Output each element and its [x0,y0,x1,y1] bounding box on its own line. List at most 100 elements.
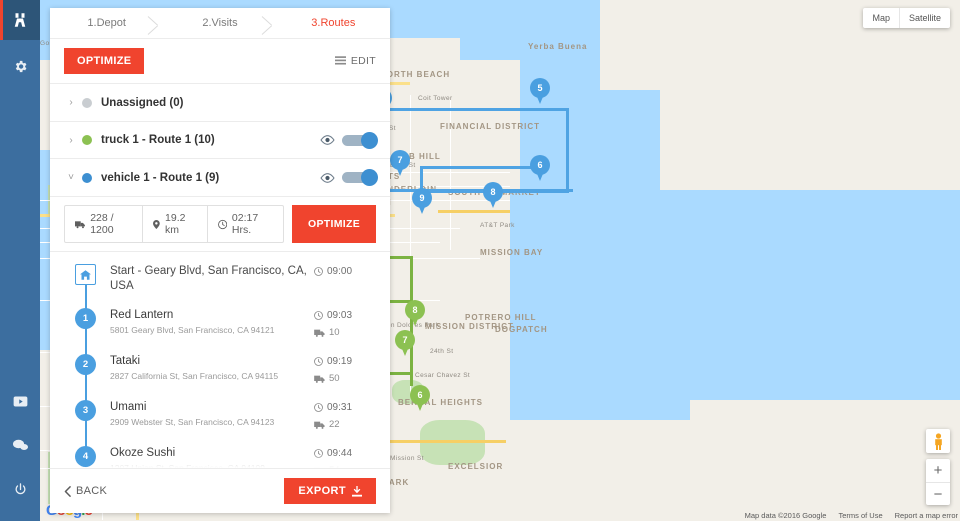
stop-row[interactable]: 4 Okoze Sushi 1207 Union St, San Francisco… [50,442,390,469]
step-chevron-2-icon [260,8,278,42]
zoom-in-button[interactable]: + [926,459,950,482]
pin-label: 9 [412,188,432,208]
stop-main: Start - Geary Blvd, San Francisco, CA, U… [110,264,314,294]
stop-title: Red Lantern [110,309,174,322]
map-label: NORTH BEACH [380,70,451,79]
stop-time: 09:31 [314,400,376,415]
group-caret-icon[interactable]: › [60,135,82,146]
terms-of-use-link[interactable]: Terms of Use [838,511,882,520]
stops-list[interactable]: Start - Geary Blvd, San Francisco, CA, U… [50,252,390,469]
step-depot[interactable]: 1.Depot [50,8,163,38]
stop-row[interactable]: 1 Red Lantern 5801 Geary Blvd, San Francis… [50,304,390,350]
group-caret-icon[interactable]: › [60,97,82,108]
stop-meta: 09:00 [314,264,376,294]
edit-button[interactable]: EDIT [334,55,376,68]
step-routes[interactable]: 3.Routes [277,8,390,38]
map-label: Mission St [390,455,424,462]
stop-main: Okoze Sushi 1207 Union St, San Francisco,… [110,446,314,468]
pin-label: 6 [530,155,550,175]
visibility-toggle[interactable] [342,169,378,187]
power-icon [14,482,26,494]
eye-icon[interactable] [320,172,335,183]
pin-label: 8 [405,300,425,320]
export-button[interactable]: EXPORT [284,478,376,505]
sidebar-item-video[interactable] [0,379,40,423]
stop-address: 5801 Geary Blvd, San Francisco, CA 94121 [110,325,275,336]
zoom-control[interactable]: + − [926,459,950,505]
route-blue-seg-10 [566,108,569,193]
route-group-truck-1[interactable]: › truck 1 - Route 1 (10) [50,122,390,160]
sidebar-item-settings[interactable] [0,44,40,88]
stop-time-value: 09:19 [327,356,353,368]
map-marker-blue-7[interactable]: 7 [390,150,410,177]
stop-row[interactable]: 3 Umami 2909 Webster St, San Francisco, CA… [50,396,390,442]
map-label: Coit Tower [418,95,453,102]
stop-time: 09:44 [314,446,376,461]
map-marker-blue-9[interactable]: 9 [412,188,432,215]
group-controls [320,131,378,149]
street-view-pegman[interactable] [926,429,950,453]
group-label-unassigned: Unassigned (0) [101,96,184,109]
group-caret-icon[interactable]: ˅ [60,172,82,183]
map-label: 24th St [430,348,454,355]
route-optimize-button[interactable]: OPTIMIZE [292,205,376,244]
optimize-button[interactable]: OPTIMIZE [64,48,145,75]
map-marker-green-6[interactable]: 6 [410,385,430,412]
highway-80 [438,210,510,213]
stop-row[interactable]: 2 Tataki 2827 California St, San Francisco… [50,350,390,396]
stop-badge-2: 2 [75,354,96,376]
step-chevron-1-icon [146,8,164,42]
stop-load-value: 22 [329,419,340,431]
panel-footer: BACK EXPORT [50,468,390,514]
map-marker-blue-5[interactable]: 5 [530,78,550,105]
stop-meta: 09:31 22 [314,400,376,432]
sidebar-item-power[interactable] [0,467,40,511]
stop-row[interactable]: Start - Geary Blvd, San Francisco, CA, U… [50,260,390,304]
stop-main: Umami 2909 Webster St, San Francisco, CA … [110,400,314,432]
route-blue-seg-13 [420,166,540,169]
step-visits-label: 2.Visits [202,17,238,30]
step-visits[interactable]: 2.Visits [163,8,276,38]
stop-title: Tataki [110,355,141,368]
pin-label: 7 [390,150,410,170]
stop-badge-1: 1 [75,308,96,330]
truck-icon [314,421,325,429]
stop-address: 1207 Union St, San Francisco, CA 94109 [110,463,314,468]
sidebar-item-chat[interactable] [0,423,40,467]
home-icon [80,269,91,280]
back-button[interactable]: BACK [64,485,107,497]
map-marker-blue-6[interactable]: 6 [530,155,550,182]
stop-rows: Start - Geary Blvd, San Francisco, CA, U… [50,260,390,469]
visibility-toggle[interactable] [342,131,378,149]
app-logo[interactable] [0,0,40,40]
map-marker-green-8[interactable]: 8 [405,300,425,327]
stop-time-value: 09:00 [327,266,353,278]
clock-icon [314,311,323,320]
zoom-out-button[interactable]: − [926,482,950,505]
route-group-unassigned[interactable]: › Unassigned (0) [50,84,390,122]
edit-label: EDIT [350,55,376,68]
pegman-icon [934,432,942,450]
stop-load-value: 10 [329,327,340,339]
stop-badge-home [75,264,96,286]
eye-icon[interactable] [320,135,335,145]
route-stats: 228 / 1200 19.2 km 02:17 Hrs. [64,205,285,244]
clock-icon [314,267,323,276]
video-icon [13,396,27,406]
map-label: EXCELSIOR [448,462,504,471]
app-root: Fort PointGolden GateMARINA DISTRICTNORT… [0,0,960,521]
chevron-left-icon [64,485,71,497]
route-group-vehicle-1[interactable]: ˅ vehicle 1 - Route 1 (9) [50,159,390,198]
map-type-control[interactable]: Map Satellite [863,8,950,28]
map-label: Yerba Buena [528,42,588,51]
map-marker-blue-8[interactable]: 8 [483,182,503,209]
stat-distance-value: 19.2 km [165,212,186,237]
map-type-map[interactable]: Map [863,8,899,28]
report-map-error-link[interactable]: Report a map error [895,511,958,520]
map-label: POTRERO HILL [465,313,537,322]
map-type-satellite[interactable]: Satellite [898,8,950,28]
route-blue-seg-9 [363,108,568,111]
stop-title: Okoze Sushi [110,447,176,460]
map-marker-green-7[interactable]: 7 [395,330,415,357]
stop-title: Start - Geary Blvd, San Francisco, CA, U… [110,265,307,293]
